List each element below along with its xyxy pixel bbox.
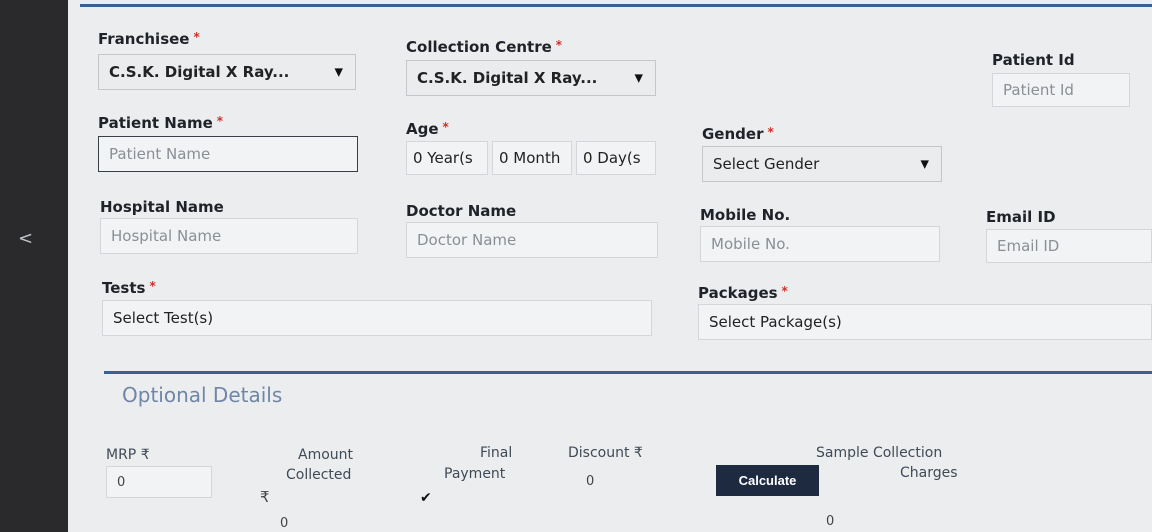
sample-collection-label-1: Sample Collection xyxy=(816,445,943,461)
collection-centre-select[interactable]: C.S.K. Digital X Ray... ▼ xyxy=(406,60,656,96)
doctor-name-input[interactable]: Doctor Name xyxy=(406,222,658,258)
packages-label: Packages * xyxy=(698,284,788,302)
mobile-input[interactable]: Mobile No. xyxy=(700,226,940,262)
amount-collected-label-2: Collected xyxy=(286,467,352,483)
final-payment-label-2: Payment xyxy=(444,466,506,482)
collection-centre-label: Collection Centre * xyxy=(406,38,563,56)
chevron-down-icon: ▼ xyxy=(634,71,643,85)
packages-select[interactable]: Select Package(s) xyxy=(698,304,1152,340)
sample-collection-value[interactable]: 0 xyxy=(826,514,834,529)
franchisee-select[interactable]: C.S.K. Digital X Ray... ▼ xyxy=(98,54,356,90)
patient-name-input[interactable]: Patient Name xyxy=(98,136,358,172)
franchisee-value: C.S.K. Digital X Ray... xyxy=(109,63,290,81)
email-label: Email ID xyxy=(986,208,1056,226)
gender-value: Select Gender xyxy=(713,155,820,173)
mrp-label: MRP ₹ xyxy=(106,447,150,463)
collection-centre-value: C.S.K. Digital X Ray... xyxy=(417,69,598,87)
gender-label: Gender * xyxy=(702,125,774,143)
rupee-icon: ₹ xyxy=(260,488,270,506)
franchisee-label: Franchisee * xyxy=(98,30,200,48)
final-payment-label-1: Final xyxy=(480,445,513,461)
age-days-input[interactable]: 0 Day(s xyxy=(576,141,656,175)
calculate-button[interactable]: Calculate xyxy=(716,465,819,496)
age-years-input[interactable]: 0 Year(s xyxy=(406,141,488,175)
doctor-name-label: Doctor Name xyxy=(406,202,517,220)
section-divider xyxy=(104,371,1152,374)
registration-form: Franchisee * C.S.K. Digital X Ray... ▼ Co… xyxy=(68,0,1152,532)
hospital-name-label: Hospital Name xyxy=(100,198,224,216)
mobile-label: Mobile No. xyxy=(700,206,791,224)
mrp-input[interactable]: 0 xyxy=(106,466,212,498)
age-label: Age * xyxy=(406,120,449,138)
patient-name-label: Patient Name * xyxy=(98,114,224,132)
gender-select[interactable]: Select Gender ▼ xyxy=(702,146,942,182)
chevron-down-icon: ▼ xyxy=(920,157,929,171)
discount-label: Discount ₹ xyxy=(568,445,643,461)
hospital-name-input[interactable]: Hospital Name xyxy=(100,218,358,254)
patient-id-input[interactable]: Patient Id xyxy=(992,73,1130,107)
patient-id-label: Patient Id xyxy=(992,51,1075,69)
sample-collection-label-2: Charges xyxy=(900,465,958,481)
top-divider xyxy=(80,4,1152,7)
chevron-down-icon: ▼ xyxy=(334,65,343,79)
final-payment-checkbox[interactable]: ✔ xyxy=(420,490,432,506)
tests-select[interactable]: Select Test(s) xyxy=(102,300,652,336)
amount-collected-value[interactable]: 0 xyxy=(280,516,288,531)
age-months-input[interactable]: 0 Month xyxy=(492,141,572,175)
amount-collected-label-1: Amount xyxy=(298,447,354,463)
email-input[interactable]: Email ID xyxy=(986,229,1152,263)
back-arrow-icon[interactable]: < xyxy=(18,228,33,249)
tests-label: Tests * xyxy=(102,279,156,297)
discount-value[interactable]: 0 xyxy=(586,474,594,489)
optional-details-title: Optional Details xyxy=(122,383,283,407)
